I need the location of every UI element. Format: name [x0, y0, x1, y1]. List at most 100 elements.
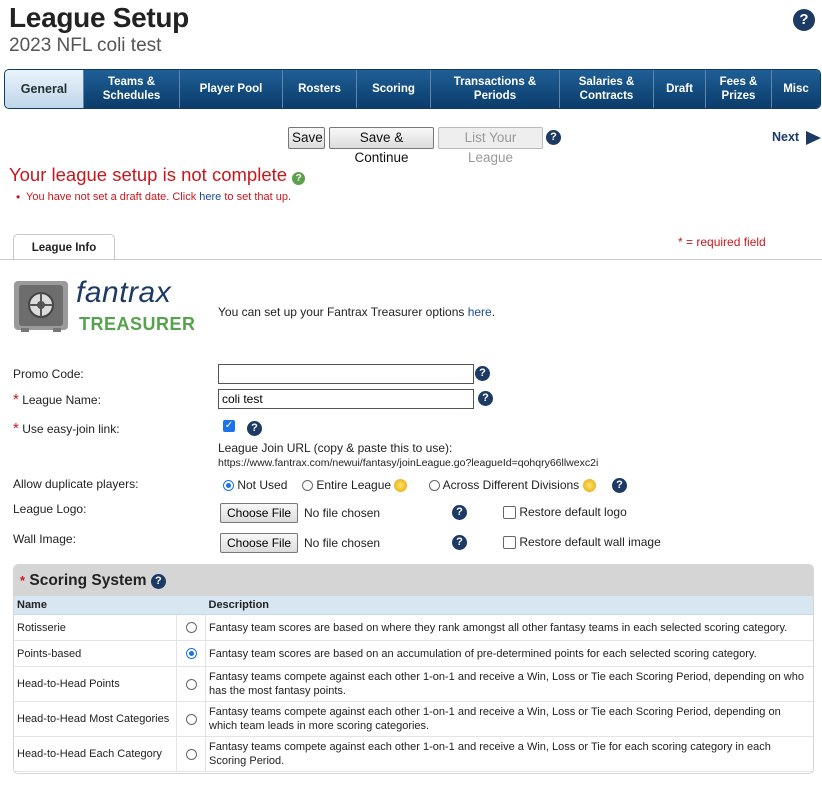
easy-join-label: * Use easy-join link:	[13, 420, 120, 437]
restore-wall-text: Restore default wall image	[519, 535, 661, 549]
help-icon[interactable]: ?	[452, 535, 467, 550]
scoring-radio-cell[interactable]	[176, 614, 206, 641]
setup-incomplete-warning: Your league setup is not complete ?	[9, 164, 306, 186]
scoring-name: Head-to-Head Most Categories	[14, 701, 177, 737]
table-header-row: Name Description	[14, 596, 813, 615]
tab-fees-prizes[interactable]: Fees & Prizes	[706, 70, 772, 108]
table-row[interactable]: Points-based Fantasy team scores are bas…	[14, 640, 813, 667]
scoring-desc: Fantasy teams compete against each other…	[205, 666, 813, 702]
tab-league-info[interactable]: League Info	[13, 234, 115, 260]
treasurer-end: .	[491, 305, 496, 319]
scoring-system-panel: * Scoring System ? Name Description Roti…	[13, 564, 814, 774]
warning-title: Your league setup is not complete	[9, 164, 288, 185]
help-icon[interactable]: ?	[247, 421, 262, 436]
choose-logo-button[interactable]: Choose File	[220, 503, 299, 523]
restore-wall-option[interactable]: Restore default wall image	[503, 535, 661, 550]
tab-general[interactable]: General	[5, 70, 84, 108]
scoring-desc: Fantasy teams compete against each other…	[205, 701, 813, 737]
help-icon[interactable]: ?	[612, 478, 627, 493]
warning-item-suffix: to set that up.	[221, 191, 292, 203]
scoring-radio-cell[interactable]	[176, 701, 206, 737]
tab-transactions-periods[interactable]: Transactions & Periods	[431, 70, 560, 108]
help-icon[interactable]: ?	[793, 9, 815, 31]
scoring-radio[interactable]	[185, 678, 197, 690]
warning-item: • You have not set a draft date. Click h…	[16, 190, 292, 204]
scoring-desc: Fantasy team scores are based on where t…	[205, 614, 813, 641]
restore-logo-option[interactable]: Restore default logo	[503, 505, 627, 520]
dup-option-entire-league[interactable]: Entire League	[302, 478, 408, 493]
league-name-input[interactable]	[218, 389, 474, 409]
easy-join-text: Use easy-join link:	[22, 422, 120, 436]
page-title: League Setup	[9, 2, 189, 33]
treasurer-info: You can set up your Fantrax Treasurer op…	[218, 305, 495, 319]
scoring-name: Head-to-Head Each Category	[14, 736, 177, 772]
easy-join-checkbox[interactable]: ✓	[223, 420, 235, 432]
scoring-radio-cell[interactable]	[176, 666, 206, 702]
scoring-name: Rotisserie	[14, 614, 177, 641]
dup-option-not-used[interactable]: Not Used	[223, 478, 287, 492]
scoring-radio[interactable]	[185, 713, 197, 725]
premium-coin-icon	[582, 479, 596, 493]
restore-logo-checkbox[interactable]	[503, 506, 516, 520]
join-url-label: League Join URL (copy & paste this to us…	[218, 441, 453, 455]
join-url-text: https://www.fantrax.com/newui/fantasy/jo…	[218, 457, 599, 469]
scoring-system-title: Scoring System	[29, 572, 147, 589]
promo-code-label: Promo Code:	[13, 367, 84, 381]
radio-divisions[interactable]	[429, 480, 440, 492]
scoring-radio[interactable]	[185, 648, 197, 660]
next-link[interactable]: Next	[772, 130, 799, 144]
scoring-radio-cell[interactable]	[176, 640, 206, 667]
required-star: *	[20, 573, 26, 588]
help-icon[interactable]: ?	[478, 391, 493, 406]
save-button[interactable]: Save	[288, 127, 325, 149]
treasurer-logo-text: TREASURER	[79, 314, 196, 334]
league-name-label: * League Name:	[13, 391, 101, 408]
help-icon[interactable]: ?	[546, 130, 561, 145]
next-arrow-icon[interactable]	[806, 131, 821, 145]
table-row[interactable]: Head-to-Head Each Category Fantasy teams…	[14, 736, 813, 772]
tab-draft[interactable]: Draft	[654, 70, 706, 108]
fantrax-logo-text: fantrax	[76, 276, 172, 309]
bullet-icon: •	[16, 190, 21, 204]
info-icon[interactable]: ?	[292, 172, 306, 185]
radio-not-used[interactable]	[223, 480, 234, 492]
dup-divisions-label: Across Different Divisions	[442, 478, 580, 492]
tab-misc[interactable]: Misc	[772, 70, 820, 108]
premium-coin-icon	[394, 479, 408, 493]
scoring-radio[interactable]	[185, 622, 197, 634]
duplicate-players-label: Allow duplicate players:	[13, 477, 139, 491]
restore-wall-checkbox[interactable]	[503, 536, 516, 550]
list-league-button[interactable]: List Your League	[438, 127, 543, 165]
dup-option-divisions[interactable]: Across Different Divisions	[429, 478, 596, 493]
restore-logo-text: Restore default logo	[519, 505, 627, 519]
tab-scoring[interactable]: Scoring	[357, 70, 431, 108]
help-icon[interactable]: ?	[452, 505, 467, 520]
league-logo-label: League Logo:	[13, 502, 87, 516]
warning-item-text: You have not set a draft date. Click	[26, 191, 200, 203]
scoring-desc: Fantasy team scores are based on an accu…	[205, 640, 813, 667]
setup-tabs: General Teams & Schedules Player Pool Ro…	[4, 69, 821, 109]
tab-divider	[0, 259, 822, 260]
table-row[interactable]: Rotisserie Fantasy team scores are based…	[14, 614, 813, 641]
promo-code-input[interactable]	[218, 364, 474, 384]
tab-salaries-contracts[interactable]: Salaries & Contracts	[560, 70, 654, 108]
help-icon[interactable]: ?	[150, 574, 166, 589]
scoring-radio-cell[interactable]	[176, 736, 206, 772]
scoring-radio[interactable]	[185, 748, 197, 760]
treasurer-link[interactable]: here	[468, 305, 492, 319]
radio-entire-league[interactable]	[302, 480, 313, 492]
wall-file-status: No file chosen	[304, 536, 381, 550]
table-row[interactable]: Head-to-Head Most Categories Fantasy tea…	[14, 701, 813, 737]
help-icon[interactable]: ?	[475, 366, 490, 381]
wall-image-label: Wall Image:	[13, 532, 76, 546]
save-continue-button[interactable]: Save & Continue	[329, 127, 434, 165]
table-row[interactable]: Head-to-Head Points Fantasy teams compet…	[14, 666, 813, 702]
scoring-name: Points-based	[14, 640, 177, 667]
league-subtitle: 2023 NFL coli test	[9, 35, 162, 56]
tab-player-pool[interactable]: Player Pool	[180, 70, 283, 108]
tab-teams-schedules[interactable]: Teams & Schedules	[84, 70, 180, 108]
treasurer-text: You can set up your Fantrax Treasurer op…	[218, 305, 468, 319]
choose-wall-button[interactable]: Choose File	[220, 533, 299, 553]
tab-rosters[interactable]: Rosters	[283, 70, 357, 108]
draft-date-link[interactable]: here	[199, 191, 221, 203]
